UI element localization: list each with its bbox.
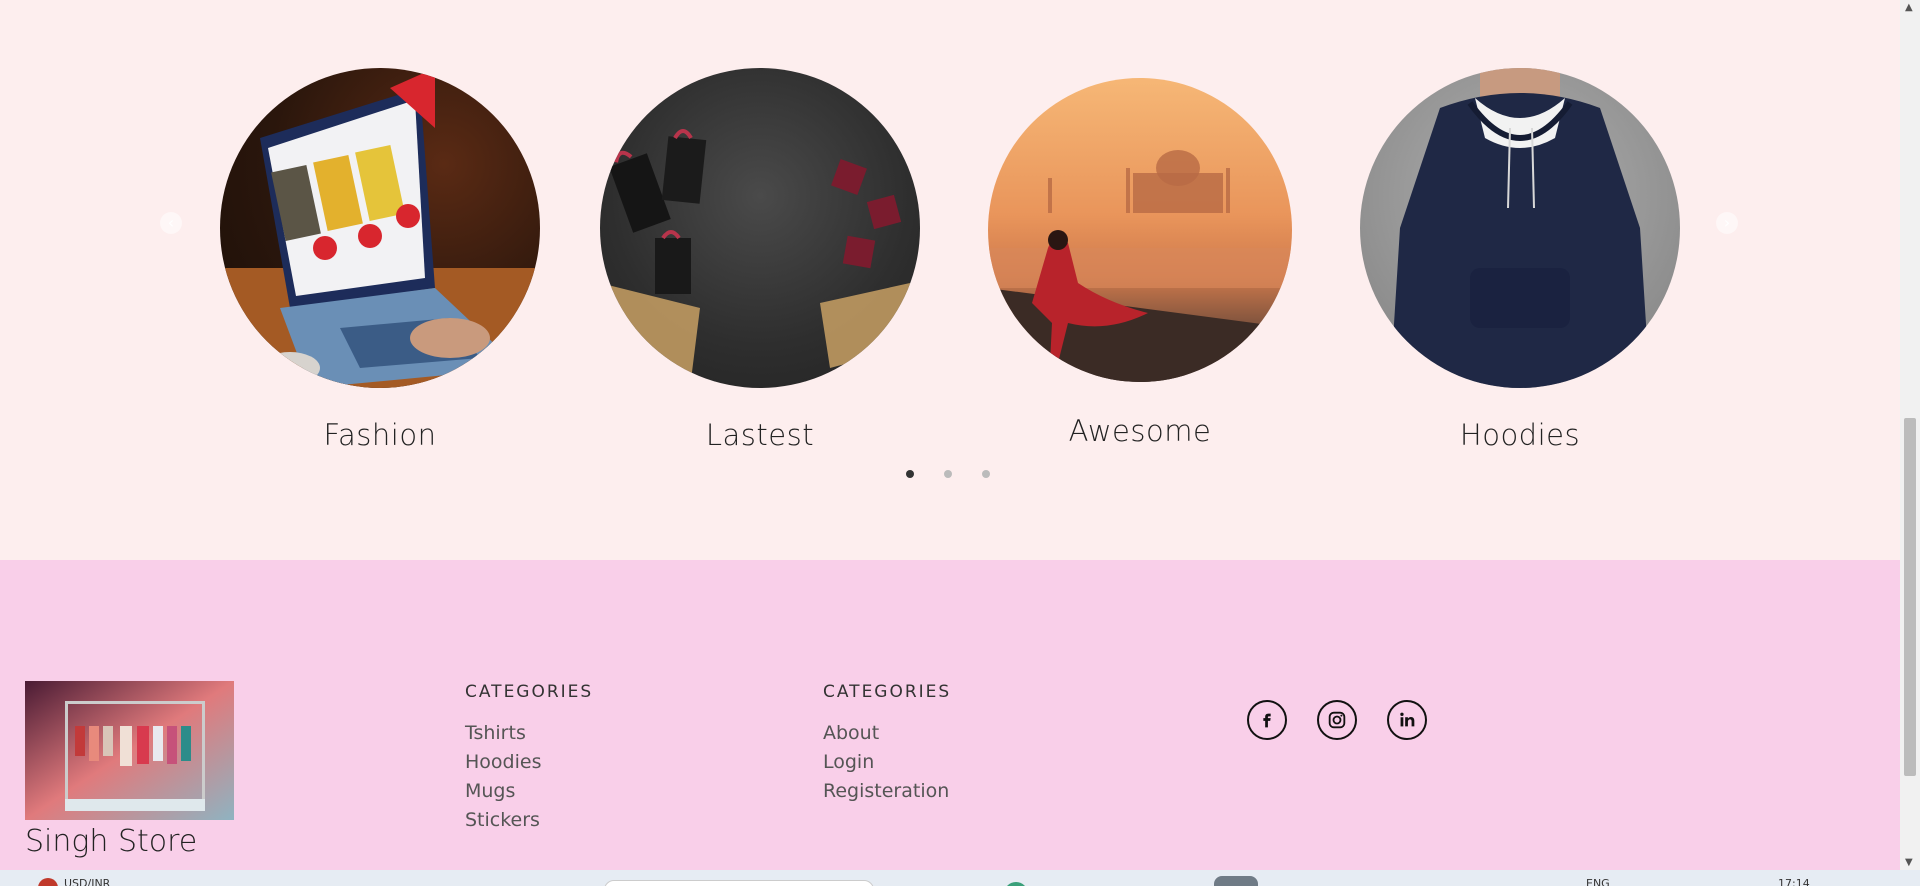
carousel-dot-2[interactable] — [944, 470, 952, 478]
linkedin-link[interactable] — [1387, 700, 1427, 740]
slide-caption: Awesome — [1068, 414, 1212, 448]
app-icon[interactable] — [1004, 882, 1028, 886]
instagram-icon — [1328, 711, 1346, 729]
slide-caption: Fashion — [323, 418, 437, 452]
column-heading: CATEGORIES — [465, 682, 594, 702]
carousel-slide-fashion[interactable]: Fashion — [215, 68, 545, 452]
stock-ticker[interactable]: USD/INR — [64, 877, 110, 886]
footer-link-login[interactable]: Login — [823, 751, 951, 773]
stock-indicator-icon[interactable] — [38, 878, 58, 886]
scroll-thumb[interactable] — [1904, 418, 1916, 776]
footer-link-about[interactable]: About — [823, 722, 951, 744]
carousel-dot-1[interactable] — [906, 470, 914, 478]
footer-link-registeration[interactable]: Registeration — [823, 780, 951, 802]
app-icon[interactable] — [1214, 876, 1258, 886]
site-footer: Singh Store CATEGORIES Tshirts Hoodies M… — [0, 560, 1900, 870]
slide-image-lastest — [600, 68, 920, 388]
brand[interactable]: Singh Store — [25, 681, 234, 859]
carousel-slide-lastest[interactable]: Lastest — [595, 68, 925, 452]
page-scrollbar[interactable]: ▲ ▼ — [1900, 0, 1920, 870]
slide-caption: Lastest — [705, 418, 815, 452]
chevron-left-icon: ‹ — [167, 213, 175, 232]
slide-caption: Hoodies — [1459, 418, 1581, 452]
facebook-link[interactable] — [1247, 700, 1287, 740]
carousel-pagination — [906, 470, 990, 478]
carousel-dot-3[interactable] — [982, 470, 990, 478]
footer-column-pages: CATEGORIES About Login Registeration — [823, 682, 951, 809]
page: ‹ › Fashion Lastest Awesome Hoodies Sing… — [0, 0, 1900, 870]
instagram-link[interactable] — [1317, 700, 1357, 740]
taskbar-search[interactable] — [604, 880, 874, 886]
footer-link-tshirts[interactable]: Tshirts — [465, 722, 593, 744]
footer-link-mugs[interactable]: Mugs — [465, 780, 593, 802]
brand-name: Singh Store — [25, 824, 198, 859]
footer-link-hoodies[interactable]: Hoodies — [465, 751, 593, 773]
carousel-next-button[interactable]: › — [1716, 212, 1738, 234]
scroll-down-arrow-icon[interactable]: ▼ — [1905, 857, 1913, 868]
brand-logo-image — [25, 681, 234, 820]
column-heading: CATEGORIES — [823, 682, 952, 702]
slide-image-fashion — [220, 68, 540, 388]
linkedin-icon — [1400, 712, 1415, 727]
social-links — [1247, 700, 1427, 740]
clock[interactable]: 17:14 — [1778, 877, 1810, 886]
carousel-prev-button[interactable]: ‹ — [160, 212, 182, 234]
facebook-icon — [1263, 713, 1271, 728]
language-indicator[interactable]: ENG — [1586, 877, 1610, 886]
carousel-slide-hoodies[interactable]: Hoodies — [1355, 68, 1685, 452]
footer-column-categories: CATEGORIES Tshirts Hoodies Mugs Stickers — [465, 682, 593, 838]
footer-link-stickers[interactable]: Stickers — [465, 809, 593, 831]
slide-image-hoodies — [1360, 68, 1680, 388]
carousel-slide-awesome[interactable]: Awesome — [975, 68, 1305, 448]
scroll-up-arrow-icon[interactable]: ▲ — [1905, 2, 1913, 13]
category-carousel: ‹ › Fashion Lastest Awesome Hoodies — [0, 0, 1900, 560]
slide-image-awesome — [988, 78, 1292, 382]
chevron-right-icon: › — [1723, 213, 1731, 232]
os-taskbar: USD/INR ENG 17:14 — [0, 870, 1920, 886]
